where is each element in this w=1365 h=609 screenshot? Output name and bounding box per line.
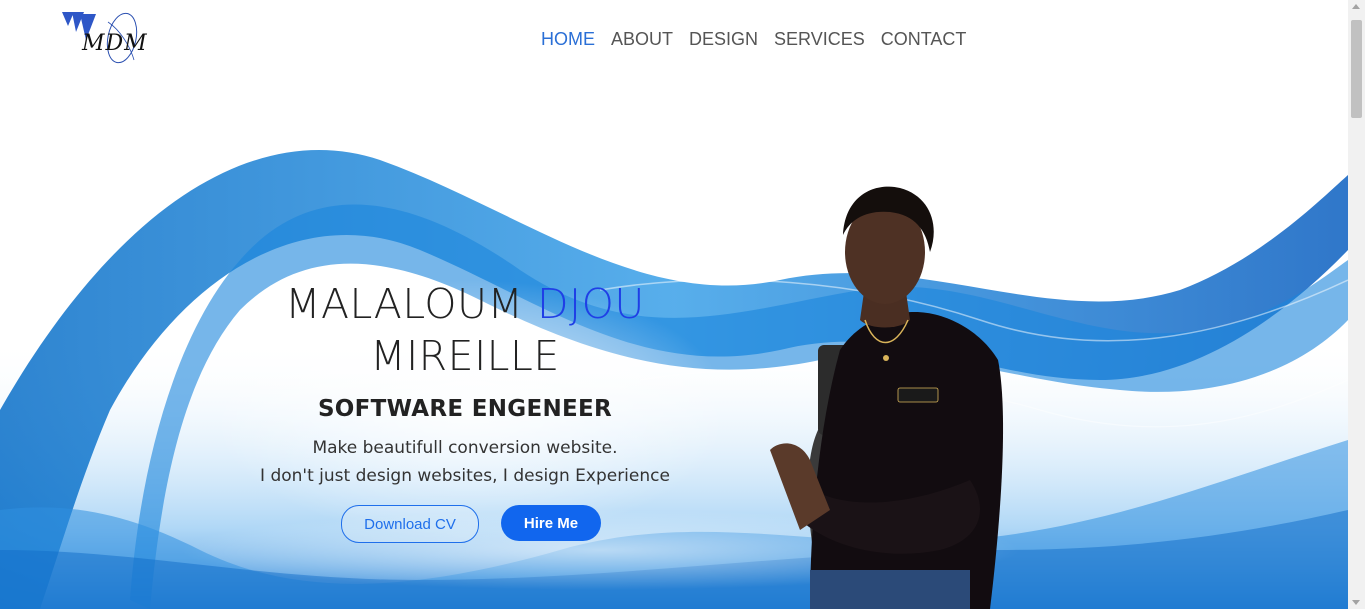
nav-home[interactable]: HOME: [541, 29, 595, 50]
logo-text: MDM: [82, 31, 148, 56]
nav-about[interactable]: ABOUT: [611, 29, 673, 50]
scroll-down-arrow-icon[interactable]: [1352, 600, 1360, 605]
hero-name: MALALOUM DJOU MIREILLE: [230, 278, 700, 382]
scroll-up-arrow-icon[interactable]: [1352, 4, 1360, 9]
download-cv-button[interactable]: Download CV: [341, 505, 479, 543]
name-last: MIREILLE: [370, 332, 560, 380]
hero-role: SOFTWARE ENGENEER: [317, 396, 613, 422]
hero-tagline-2: I don't just design websites, I design E…: [260, 466, 670, 486]
name-first: MALALOUM: [285, 280, 524, 328]
name-highlight: DJOU: [536, 280, 645, 328]
navbar: MDM HOME ABOUT DESIGN SERVICES CONTACT: [0, 0, 1348, 80]
hero-section: MALALOUM DJOU MIREILLE SOFTWARE ENGENEER…: [0, 80, 1348, 609]
scrollbar-thumb[interactable]: [1351, 20, 1362, 118]
hero-tagline-1: Make beautifull conversion website.: [312, 438, 618, 458]
nav-services[interactable]: SERVICES: [774, 29, 865, 50]
vertical-scrollbar[interactable]: [1348, 0, 1365, 609]
main-nav: HOME ABOUT DESIGN SERVICES CONTACT: [541, 29, 982, 50]
site-logo[interactable]: MDM: [60, 10, 156, 70]
nav-design[interactable]: DESIGN: [689, 29, 758, 50]
portrait-image: [770, 186, 1004, 609]
nav-contact[interactable]: CONTACT: [881, 29, 967, 50]
hire-me-button[interactable]: Hire Me: [501, 505, 601, 541]
